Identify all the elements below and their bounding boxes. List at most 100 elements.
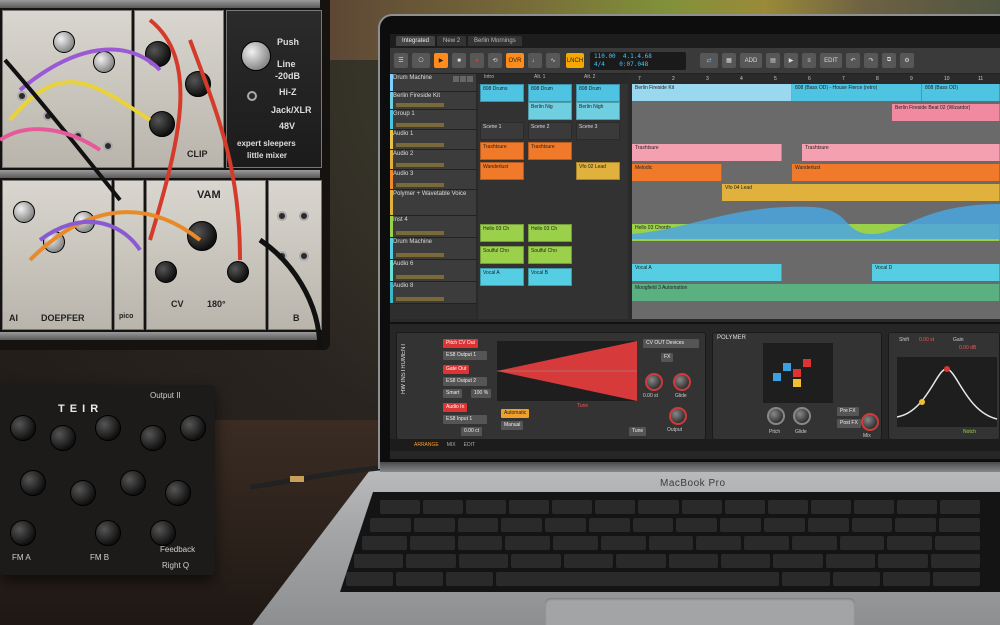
tab-new-2[interactable]: New 2	[437, 36, 467, 46]
pitch-cv-out-label[interactable]: Pitch CV Out	[443, 339, 478, 348]
track-header[interactable]: Audio 2	[390, 150, 476, 170]
clip-slot[interactable]: 808 Drum	[576, 84, 620, 102]
clip-slot[interactable]: 808 Drum	[528, 84, 572, 102]
redo-icon[interactable]: ↷	[864, 53, 878, 68]
track-header[interactable]: Audio 8	[390, 282, 476, 304]
arranger-clip[interactable]: Trashtsure	[632, 144, 782, 161]
mix-knob[interactable]	[861, 413, 879, 431]
arranger-clip[interactable]: 808 (Bass OD) - House Fierce (retro)	[792, 84, 922, 101]
clip-slot[interactable]: Vocal B	[528, 268, 572, 286]
scene-label[interactable]: Alt. 2	[578, 74, 628, 84]
ovr-button[interactable]: OVR	[506, 53, 524, 68]
automation-button[interactable]: ∿	[546, 53, 560, 68]
clip-slot[interactable]: Trashtsure	[528, 142, 572, 160]
track-header[interactable]: Audio 6	[390, 260, 476, 282]
undo-icon[interactable]: ↶	[846, 53, 860, 68]
pre-fx-button[interactable]: Pre FX	[837, 407, 859, 416]
volume-fader[interactable]	[396, 103, 444, 107]
volume-fader[interactable]	[396, 163, 444, 167]
track-header[interactable]: Inst 4	[390, 216, 476, 238]
stop-button[interactable]: ■	[452, 53, 466, 68]
es8-output-select[interactable]: ES8 Output 1	[443, 351, 487, 360]
volume-fader[interactable]	[396, 275, 444, 279]
add-button[interactable]: ADD	[740, 53, 762, 68]
arranger-clip[interactable]: Berlin Fireside Beat 02 (Wizardor)	[892, 104, 1000, 121]
clip-slot[interactable]: Trashtsure	[480, 142, 524, 160]
audio-in-label[interactable]: Audio In	[443, 403, 468, 412]
play-button[interactable]: ▶	[434, 53, 448, 68]
mix-tab[interactable]: MIX	[447, 442, 456, 448]
pitch-knob[interactable]	[767, 407, 785, 425]
tune-button[interactable]: Tune	[629, 427, 647, 436]
automatic-toggle[interactable]: Automatic	[501, 409, 530, 418]
launcher-button[interactable]: LNCH	[566, 53, 584, 68]
post-fx-button[interactable]: Post FX	[837, 419, 861, 428]
tab-berlin-mornings[interactable]: Berlin Mornings	[468, 36, 522, 46]
volume-fader[interactable]	[396, 123, 444, 127]
clip-slot[interactable]: Scene 2	[528, 122, 572, 140]
scene-label[interactable]: Intro	[478, 74, 528, 84]
volume-fader[interactable]	[396, 253, 444, 257]
volume-fader[interactable]	[396, 297, 444, 301]
cv-out-devices[interactable]: CV OUT Devices	[643, 339, 699, 348]
grid-icon[interactable]: ▦	[722, 53, 736, 68]
clip-slot[interactable]: Wanderlust	[480, 162, 524, 180]
menu-button[interactable]: ☰	[394, 53, 408, 68]
arrange-tab[interactable]: ARRANGE	[414, 442, 439, 448]
arranger-clip[interactable]: Melodic	[632, 164, 722, 181]
clip-slot[interactable]: Soulful Cho	[480, 246, 524, 264]
sync-icon[interactable]: ⇄	[700, 53, 718, 68]
gate-out-label[interactable]: Gate Out	[443, 365, 470, 374]
smart-toggle[interactable]: Smart	[443, 389, 463, 398]
signature-value[interactable]: 4/4	[594, 61, 605, 68]
track-header[interactable]: Drum Machine	[390, 238, 476, 260]
metronome-button[interactable]: ♩	[528, 53, 542, 68]
settings-icon[interactable]: ⚙	[900, 53, 914, 68]
record-button[interactable]: ●	[470, 53, 484, 68]
tempo-value[interactable]: 110.00	[594, 53, 616, 60]
arranger-clip[interactable]: Vocal D	[872, 264, 1000, 281]
arranger-clip[interactable]: Berlin Fireside Kit	[632, 84, 792, 101]
copy-icon[interactable]: ⧉	[882, 53, 896, 68]
clip-slot[interactable]: Berlin Nig	[528, 102, 572, 120]
mixer-icon[interactable]: ≡	[802, 53, 816, 68]
clip-slot[interactable]: Vfo 02 Lead	[576, 162, 620, 180]
scene-label[interactable]: Alt. 1	[528, 74, 578, 84]
volume-fader[interactable]	[396, 143, 444, 147]
arranger-clip[interactable]: Trashtsure	[802, 144, 1000, 161]
browser-icon[interactable]: ▤	[766, 53, 780, 68]
loop-button[interactable]: ⟲	[488, 53, 502, 68]
track-header[interactable]: Audio 3	[390, 170, 476, 190]
edit-tab[interactable]: EDIT	[464, 442, 475, 448]
clip-slot[interactable]: Hello 03 Ch	[528, 224, 572, 242]
play-clip-icon[interactable]: ▶	[784, 53, 798, 68]
track-header[interactable]: Drum Machine	[390, 74, 476, 92]
output-knob[interactable]	[669, 407, 687, 425]
track-header[interactable]: Polymer + Wavetable Voice	[390, 190, 476, 216]
clip-slot[interactable]: Scene 3	[576, 122, 620, 140]
arranger-clip[interactable]: Wanderlust	[792, 164, 1000, 181]
glide-knob[interactable]	[793, 407, 811, 425]
value-field[interactable]: 100 %	[471, 389, 492, 398]
volume-fader[interactable]	[396, 183, 444, 187]
clip-slot[interactable]: 808 Drums	[480, 84, 524, 102]
fx-button[interactable]: FX	[661, 353, 674, 362]
offset-knob[interactable]	[645, 373, 663, 391]
es8-output-2-select[interactable]: ES8 Output 2	[443, 377, 487, 386]
track-header[interactable]: Group 1	[390, 110, 476, 130]
clip-slot[interactable]: Berlin Nigh	[576, 102, 620, 120]
volume-fader[interactable]	[396, 231, 444, 235]
edit-button[interactable]: EDIT	[820, 53, 842, 68]
manual-toggle[interactable]: Manual	[501, 421, 524, 430]
mode-button[interactable]: ⎔	[412, 53, 430, 68]
clip-slot[interactable]: Scene 1	[480, 122, 524, 140]
clip-slot[interactable]: Soulful Cho	[528, 246, 572, 264]
arranger-clip[interactable]: 808 (Bass OD)	[922, 84, 1000, 101]
track-header[interactable]: Audio 1	[390, 130, 476, 150]
clip-slot[interactable]: Vocal A	[480, 268, 524, 286]
tab-integrated[interactable]: Integrated	[396, 36, 436, 46]
arranger-clip[interactable]: Vocal A	[632, 264, 782, 281]
timeline-ruler[interactable]: 7 2 3 4 5 6 7 8 9 10 11	[632, 74, 1000, 84]
es8-input-select[interactable]: ES8 Input 1	[443, 415, 487, 424]
cents-field[interactable]: 0.00 ct	[461, 427, 483, 436]
